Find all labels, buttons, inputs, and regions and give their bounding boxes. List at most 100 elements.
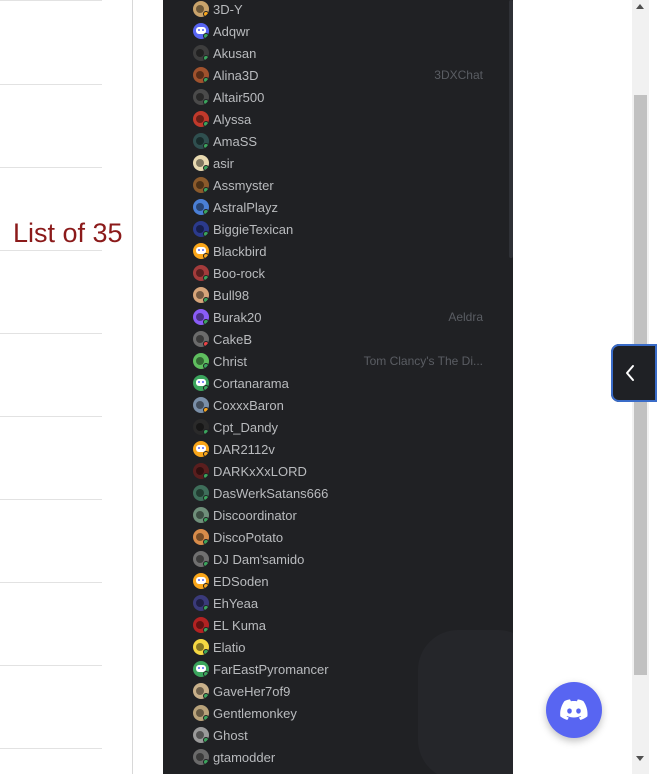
member-row[interactable]: EhYeaa bbox=[193, 592, 513, 614]
member-name: Akusan bbox=[213, 45, 257, 61]
member-row[interactable]: Christ Tom Clancy's The Di... bbox=[193, 350, 513, 372]
status-indicator bbox=[203, 165, 209, 171]
member-row[interactable]: asir bbox=[193, 152, 513, 174]
member-row[interactable]: Alyssa bbox=[193, 108, 513, 130]
member-row[interactable]: Elatio bbox=[193, 636, 513, 658]
member-row[interactable]: DasWerkSatans666 bbox=[193, 482, 513, 504]
avatar bbox=[193, 155, 209, 171]
member-row[interactable]: Altair500 bbox=[193, 86, 513, 108]
collapse-panel-button[interactable] bbox=[611, 344, 657, 402]
avatar bbox=[193, 111, 209, 127]
status-indicator bbox=[203, 319, 209, 325]
member-row[interactable]: Akusan bbox=[193, 42, 513, 64]
avatar bbox=[193, 133, 209, 149]
member-row[interactable]: DiscoPotato bbox=[193, 526, 513, 548]
member-row[interactable]: AmaSS bbox=[193, 130, 513, 152]
member-row[interactable]: DAR2112v bbox=[193, 438, 513, 460]
member-row[interactable]: FarEastPyromancer bbox=[193, 658, 513, 680]
status-indicator bbox=[203, 99, 209, 105]
avatar bbox=[193, 639, 209, 655]
member-name: DARKxXxLORD bbox=[213, 463, 307, 479]
discord-widget-member-list[interactable]: 3D-Y Adqwr Akusan Alina3D 3DXChat Altair500 Al… bbox=[163, 0, 513, 774]
status-indicator bbox=[203, 671, 209, 677]
member-name: Burak20 bbox=[213, 309, 262, 325]
divider bbox=[0, 665, 102, 666]
discord-launcher-button[interactable] bbox=[546, 682, 602, 738]
member-name: Boo-rock bbox=[213, 265, 266, 281]
status-indicator bbox=[203, 539, 209, 545]
member-name: Cpt_Dandy bbox=[213, 419, 279, 435]
avatar bbox=[193, 595, 209, 611]
member-row[interactable]: EDSoden bbox=[193, 570, 513, 592]
member-row[interactable]: Gentlemonkey bbox=[193, 702, 513, 724]
status-indicator bbox=[203, 77, 209, 83]
avatar bbox=[193, 287, 209, 303]
status-indicator bbox=[203, 627, 209, 633]
discord-default-avatar-icon bbox=[193, 441, 209, 457]
status-indicator bbox=[203, 143, 209, 149]
member-row[interactable]: Boo-rock bbox=[193, 262, 513, 284]
member-row[interactable]: AstralPlayz bbox=[193, 196, 513, 218]
member-activity: Tom Clancy's The Di... bbox=[363, 354, 483, 368]
member-row[interactable]: Blackbird bbox=[193, 240, 513, 262]
discord-default-avatar-icon bbox=[193, 243, 209, 259]
discord-default-avatar-icon bbox=[193, 573, 209, 589]
status-indicator bbox=[203, 451, 209, 457]
scroll-down-icon[interactable] bbox=[636, 756, 644, 761]
status-indicator bbox=[203, 253, 209, 259]
member-row[interactable]: Adqwr bbox=[193, 20, 513, 42]
member-row[interactable]: GaveHer7of9 bbox=[193, 680, 513, 702]
status-indicator bbox=[203, 209, 209, 215]
member-name: Cortanarama bbox=[213, 375, 289, 391]
status-indicator bbox=[203, 561, 209, 567]
status-indicator bbox=[203, 11, 209, 17]
avatar bbox=[193, 705, 209, 721]
avatar bbox=[193, 265, 209, 281]
member-row[interactable]: Cortanarama bbox=[193, 372, 513, 394]
member-row[interactable]: CoxxxBaron bbox=[193, 394, 513, 416]
avatar bbox=[193, 199, 209, 215]
status-indicator bbox=[203, 33, 209, 39]
member-row[interactable]: BiggieTexican bbox=[193, 218, 513, 240]
member-row[interactable]: Alina3D 3DXChat bbox=[193, 64, 513, 86]
member-row[interactable]: gtamodder bbox=[193, 746, 513, 768]
status-indicator bbox=[203, 407, 209, 413]
member-name: DAR2112v bbox=[213, 441, 275, 457]
member-name: DJ Dam'samido bbox=[213, 551, 305, 567]
member-row[interactable]: Discoordinator bbox=[193, 504, 513, 526]
member-name: DasWerkSatans666 bbox=[213, 485, 329, 501]
member-name: EDSoden bbox=[213, 573, 269, 589]
member-row[interactable]: DARKxXxLORD bbox=[193, 460, 513, 482]
status-indicator bbox=[203, 121, 209, 127]
divider bbox=[0, 250, 102, 251]
member-row[interactable]: EL Kuma bbox=[193, 614, 513, 636]
member-row[interactable]: CakeB bbox=[193, 328, 513, 350]
member-row[interactable]: 3D-Y bbox=[193, 0, 513, 20]
member-name: Blackbird bbox=[213, 243, 267, 259]
member-name: GaveHer7of9 bbox=[213, 683, 291, 699]
member-name: AmaSS bbox=[213, 133, 258, 149]
member-name: AstralPlayz bbox=[213, 199, 279, 215]
member-name: FarEastPyromancer bbox=[213, 661, 329, 677]
member-name: EL Kuma bbox=[213, 617, 266, 633]
avatar bbox=[193, 727, 209, 743]
status-indicator bbox=[203, 759, 209, 765]
member-row[interactable]: Ghost bbox=[193, 724, 513, 746]
member-row[interactable]: Assmyster bbox=[193, 174, 513, 196]
scroll-up-icon[interactable] bbox=[636, 4, 644, 9]
divider bbox=[0, 416, 102, 417]
member-name: BiggieTexican bbox=[213, 221, 294, 237]
member-name: asir bbox=[213, 155, 234, 171]
page: List of 35 3D-Y Adqwr Akusan Alina3D 3DXChat… bbox=[0, 0, 657, 774]
member-row[interactable]: DJ Dam'samido bbox=[193, 548, 513, 570]
status-indicator bbox=[203, 583, 209, 589]
member-row[interactable]: Burak20 Aeldra bbox=[193, 306, 513, 328]
status-indicator bbox=[203, 275, 209, 281]
status-indicator bbox=[203, 495, 209, 501]
avatar bbox=[193, 551, 209, 567]
member-row[interactable]: Bull98 bbox=[193, 284, 513, 306]
status-indicator bbox=[203, 517, 209, 523]
avatar bbox=[193, 507, 209, 523]
member-row[interactable]: Cpt_Dandy bbox=[193, 416, 513, 438]
status-indicator bbox=[203, 737, 209, 743]
